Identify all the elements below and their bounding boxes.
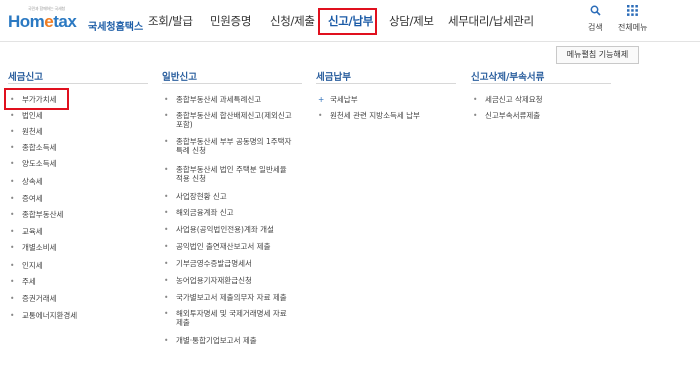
nav-consult-report[interactable]: 상담/제보 [389, 13, 434, 29]
col-title-report-delete: 신고삭제/부속서류 [471, 72, 545, 83]
top-header: 국민과 함께하는 국세청 Hometax 국세청홈택스 조회/발급 민원증명 신… [0, 0, 700, 42]
col-title-tax-report: 세금신고 [8, 72, 43, 83]
col-title-general-report: 일반신고 [162, 72, 197, 83]
col-divider [8, 83, 148, 84]
active-nav-highlight [318, 8, 377, 35]
col-title-tax-payment: 세금납부 [316, 72, 351, 83]
logo-tax: tax [53, 12, 77, 31]
nav-apply-submit[interactable]: 신청/제출 [270, 13, 315, 29]
col-divider [316, 83, 456, 84]
logo-ho: Hom [8, 12, 45, 31]
expand-plus-icon: + [318, 95, 325, 104]
menu-expand-toggle-button[interactable]: 메뉴펼침 기능해제 [556, 46, 639, 64]
logo-e: e [44, 12, 54, 31]
col-divider [162, 83, 302, 84]
search-label: 검색 [588, 23, 603, 32]
selected-item-highlight [4, 88, 69, 110]
search-button[interactable]: 검색 [588, 5, 603, 33]
logo-wordmark: Hometax [8, 12, 77, 32]
nav-tax-agent[interactable]: 세무대리/납세관리 [448, 13, 534, 29]
logo-subtitle: 국세청홈택스 [88, 22, 144, 33]
nav-civil-certificate[interactable]: 민원증명 [210, 13, 251, 29]
grid-menu-icon [618, 5, 647, 19]
all-menu-button[interactable]: 전체메뉴 [618, 5, 647, 33]
all-menu-label: 전체메뉴 [618, 23, 648, 32]
col-divider [471, 83, 611, 84]
nav-inquiry-issue[interactable]: 조회/발급 [148, 13, 193, 29]
hometax-logo[interactable]: 국민과 함께하는 국세청 Hometax 국세청홈택스 [8, 6, 143, 36]
search-icon [588, 5, 603, 19]
